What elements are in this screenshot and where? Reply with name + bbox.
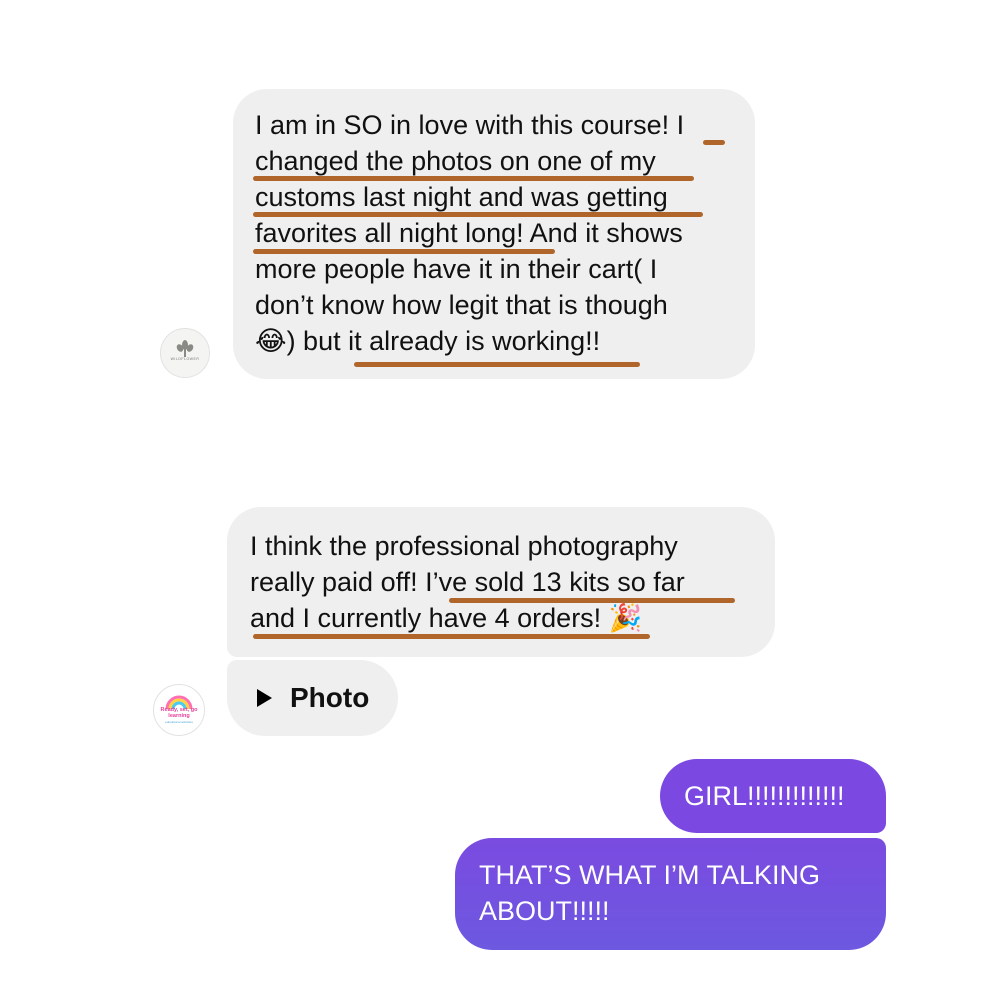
message-line: changed the photos on one of my: [255, 146, 656, 176]
highlight-underline: [354, 362, 640, 367]
message-line: ABOUT!!!!!: [479, 896, 610, 926]
avatar-label: learning: [168, 713, 190, 719]
message-line: GIRL!!!!!!!!!!!!!: [684, 781, 845, 811]
message-line-last: and I currently have 4 orders! 🎉: [250, 600, 775, 637]
highlight-underline: [703, 140, 725, 145]
sender-avatar-wildflower[interactable]: WILDFLOWER: [160, 328, 210, 378]
message-line: don’t know how legit that is though: [255, 290, 668, 320]
message-line: THAT’S WHAT I’M TALKING: [479, 860, 821, 890]
highlight-underline: [253, 176, 694, 181]
highlight-underline: [253, 634, 650, 639]
message-line: favorites all night long! And it shows: [255, 218, 683, 248]
message-line-text: ) but it already is working!!: [286, 326, 601, 356]
message-bubble-girl[interactable]: GIRL!!!!!!!!!!!!!: [660, 759, 886, 833]
message-line-last: 😂) but it already is working!!: [255, 323, 755, 360]
message-bubble-course-love[interactable]: I am in SO in love with this course! I c…: [233, 89, 755, 379]
message-line: I am in SO in love with this course! I: [255, 110, 685, 140]
highlight-underline: [253, 249, 555, 254]
message-line: I think the professional photography: [250, 531, 678, 561]
message-line-text: and I currently have 4 orders!: [250, 603, 602, 633]
avatar-label: WILDFLOWER: [170, 357, 200, 361]
highlight-underline: [449, 598, 735, 603]
message-line: customs last night and was getting: [255, 182, 668, 212]
party-popper-emoji-icon: 🎉: [608, 603, 643, 634]
laughing-emoji-icon: 😂: [255, 326, 287, 357]
message-line: more people have it in their cart( I: [255, 254, 658, 284]
sender-avatar-ready-set-go[interactable]: Ready, set, go learning educational acti…: [153, 684, 205, 736]
flower-icon: [176, 340, 194, 357]
highlight-underline: [253, 212, 703, 217]
avatar-label: educational activities: [165, 720, 193, 724]
photo-attachment-button[interactable]: Photo: [227, 660, 398, 736]
message-line: really paid off! I’ve sold 13 kits so fa…: [250, 567, 685, 597]
play-icon: [257, 688, 272, 707]
message-bubble-talking-about[interactable]: THAT’S WHAT I’M TALKING ABOUT!!!!!: [455, 838, 886, 950]
photo-label: Photo: [290, 682, 370, 713]
